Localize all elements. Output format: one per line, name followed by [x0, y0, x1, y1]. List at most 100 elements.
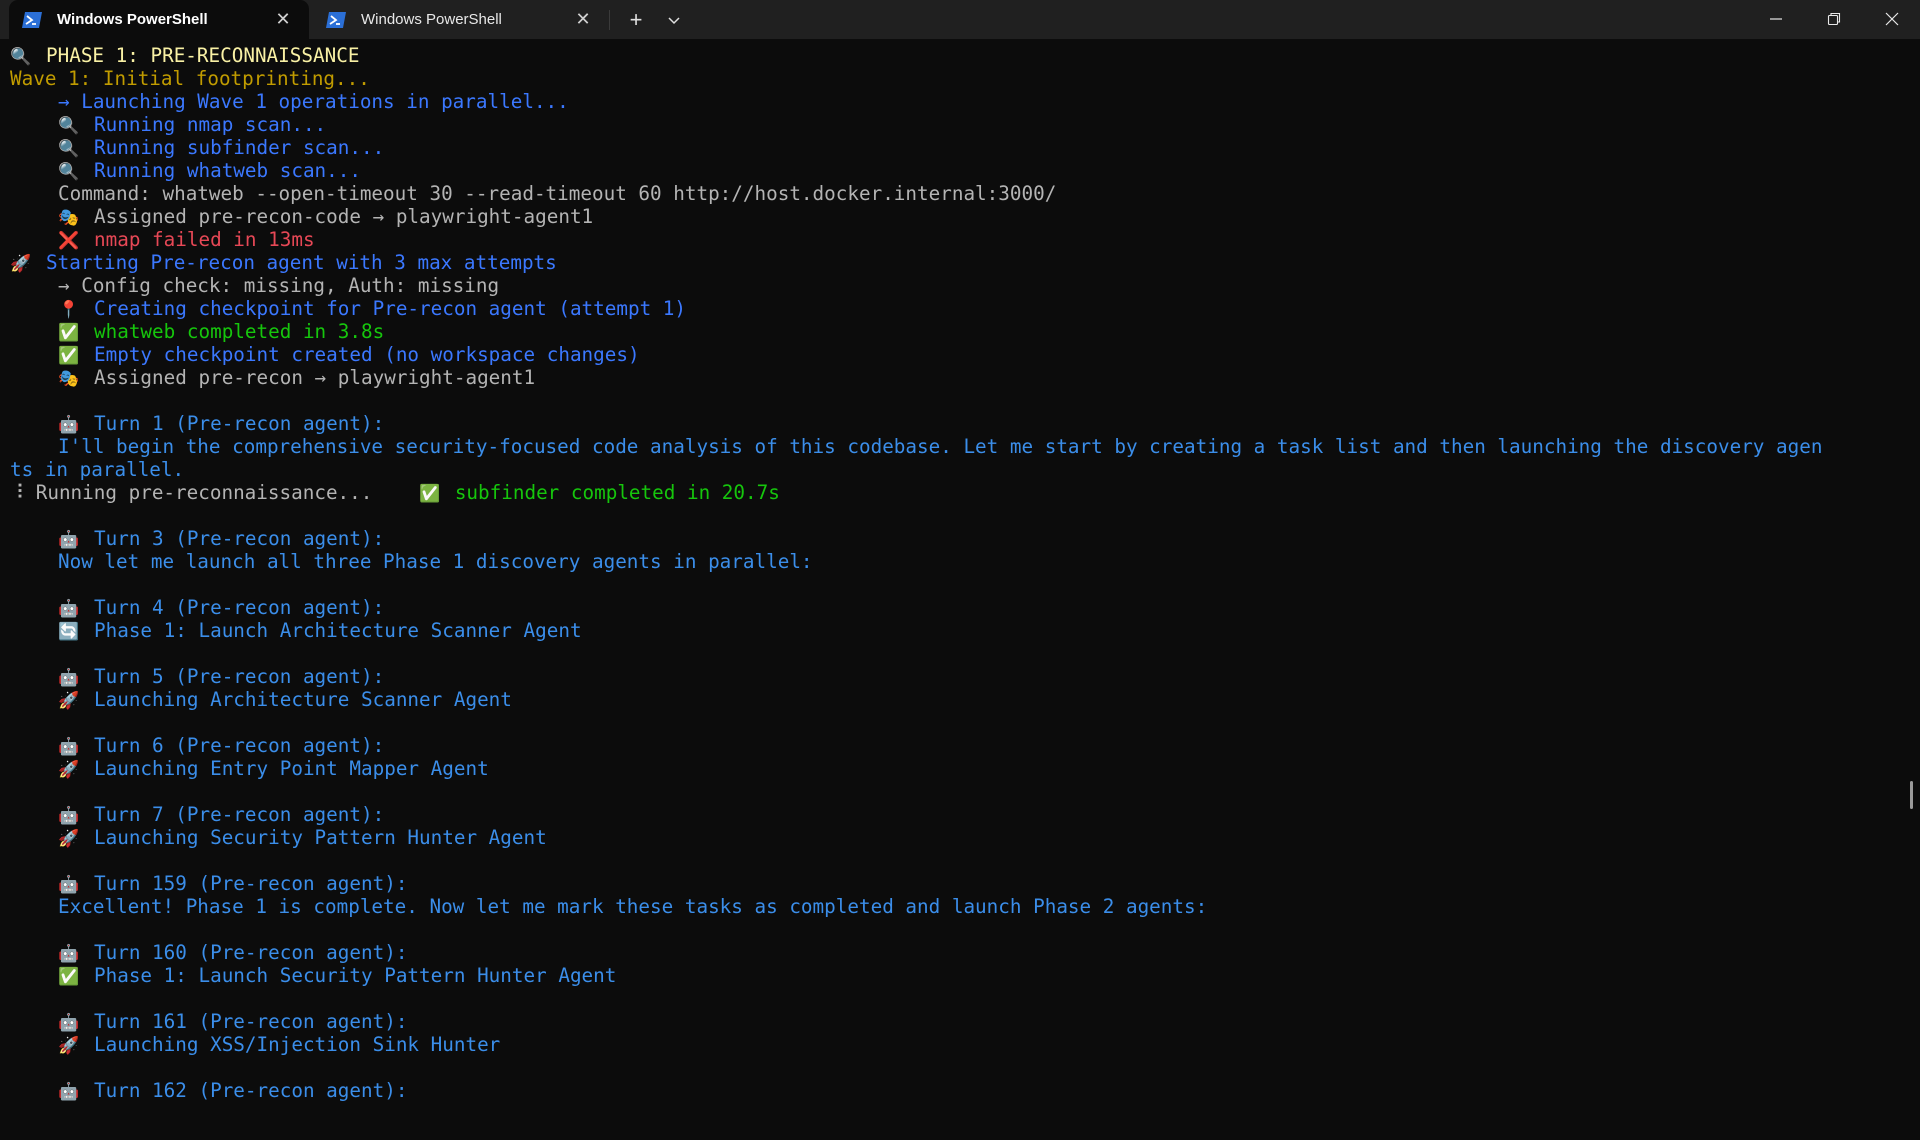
close-window-button[interactable]: [1864, 0, 1920, 38]
terminal-line: ✅ Empty checkpoint created (no workspace …: [10, 343, 640, 366]
minimize-icon: [1770, 18, 1782, 20]
rocket-icon: 🚀: [10, 254, 32, 274]
check-mark-icon: ✅: [58, 323, 80, 343]
terminal-line: 🤖 Turn 1 (Pre-recon agent):: [10, 412, 384, 435]
terminal-line: 🤖 Turn 162 (Pre-recon agent):: [10, 1079, 407, 1102]
terminal-line-text: PHASE 1: PRE-RECONNAISSANCE: [46, 44, 360, 67]
terminal-line-text: Launching XSS/Injection Sink Hunter: [94, 1033, 501, 1056]
terminal-line: → Launching Wave 1 operations in paralle…: [10, 90, 569, 113]
powershell-icon: [21, 11, 43, 29]
rocket-icon: 🚀: [58, 760, 80, 780]
pin-icon: 📍: [58, 300, 80, 320]
close-tab-icon[interactable]: ✕: [565, 5, 601, 35]
terminal-line-text: Turn 5 (Pre-recon agent):: [94, 665, 385, 688]
tab-dropdown-button[interactable]: [656, 4, 692, 36]
terminal-line-text: Assigned pre-recon → playwright-agent1: [94, 366, 536, 389]
tab-separator: [609, 10, 610, 30]
terminal-line-text: I'll begin the comprehensive security-fo…: [58, 435, 1823, 458]
terminal-line-text: Turn 162 (Pre-recon agent):: [94, 1079, 408, 1102]
terminal-line: 🔄 Phase 1: Launch Architecture Scanner Ag…: [10, 619, 582, 642]
minimize-button[interactable]: [1748, 0, 1804, 38]
terminal-line-text: Now let me launch all three Phase 1 disc…: [58, 550, 813, 573]
tab-powershell-2[interactable]: Windows PowerShell ✕: [313, 0, 609, 39]
robot-icon: 🤖: [58, 599, 80, 619]
terminal-line-text: Phase 1: Launch Security Pattern Hunter …: [94, 964, 617, 987]
terminal-line: 🤖 Turn 3 (Pre-recon agent):: [10, 527, 384, 550]
powershell-icon: [325, 11, 347, 29]
new-tab-button[interactable]: +: [618, 4, 654, 36]
terminal-line-text: Launching Architecture Scanner Agent: [94, 688, 512, 711]
terminal-line-text: nmap failed in 13ms: [94, 228, 315, 251]
terminal-line: 🤖 Turn 159 (Pre-recon agent):: [10, 872, 407, 895]
terminal-line: 🤖 Turn 160 (Pre-recon agent):: [10, 941, 407, 964]
magnifier-icon: 🔍: [10, 47, 32, 67]
terminal-line-text: Launching Entry Point Mapper Agent: [94, 757, 489, 780]
robot-icon: 🤖: [58, 1082, 80, 1102]
terminal-line: 🚀 Starting Pre-recon agent with 3 max att…: [10, 251, 557, 274]
terminal-line: Wave 1: Initial footprinting...: [10, 67, 370, 90]
tab-label: Windows PowerShell: [361, 11, 502, 28]
robot-icon: 🤖: [58, 875, 80, 895]
terminal-line-text: Running whatweb scan...: [94, 159, 361, 182]
terminal-line: 🚀 Launching Entry Point Mapper Agent: [10, 757, 489, 780]
terminal-line: 📍 Creating checkpoint for Pre-recon agent…: [10, 297, 686, 320]
terminal-line-suffix: subfinder completed in 20.7s: [454, 481, 780, 504]
robot-icon: 🤖: [58, 737, 80, 757]
tab-powershell-1[interactable]: Windows PowerShell ✕: [9, 0, 309, 39]
terminal-line: I'll begin the comprehensive security-fo…: [10, 435, 1822, 458]
rocket-icon: 🚀: [58, 691, 80, 711]
magnifier-icon: 🔍: [58, 116, 80, 136]
terminal-line-text: Launching Security Pattern Hunter Agent: [94, 826, 547, 849]
terminal-line-text: Turn 7 (Pre-recon agent):: [94, 803, 385, 826]
robot-icon: 🤖: [58, 415, 80, 435]
terminal-line-text: Starting Pre-recon agent with 3 max atte…: [46, 251, 557, 274]
terminal-window: Windows PowerShell ✕ Windows PowerShell …: [0, 0, 1920, 1140]
robot-icon: 🤖: [58, 944, 80, 964]
terminal-line-text: Turn 1 (Pre-recon agent):: [94, 412, 385, 435]
terminal-line: 🔍 Running subfinder scan...: [10, 136, 384, 159]
robot-icon: 🤖: [58, 1013, 80, 1033]
robot-icon: 🤖: [58, 668, 80, 688]
cross-mark-icon: ❌: [58, 231, 80, 251]
robot-icon: 🤖: [58, 530, 80, 550]
check-mark-icon: ✅: [58, 967, 80, 987]
title-bar: Windows PowerShell ✕ Windows PowerShell …: [0, 0, 1920, 39]
terminal-line: 🚀 Launching XSS/Injection Sink Hunter: [10, 1033, 500, 1056]
terminal-line-text: Empty checkpoint created (no workspace c…: [94, 343, 640, 366]
terminal-line-text: ⠸ Running pre-reconnaissance...: [10, 481, 419, 504]
terminal-line-text: → Launching Wave 1 operations in paralle…: [58, 90, 569, 113]
check-mark-icon: ✅: [419, 484, 441, 504]
terminal-line: 🤖 Turn 7 (Pre-recon agent):: [10, 803, 384, 826]
terminal-line-text: Turn 159 (Pre-recon agent):: [94, 872, 408, 895]
terminal-line-text: Phase 1: Launch Architecture Scanner Age…: [94, 619, 582, 642]
terminal-line: 🤖 Turn 5 (Pre-recon agent):: [10, 665, 384, 688]
terminal-line-text: Turn 4 (Pre-recon agent):: [94, 596, 385, 619]
theater-masks-icon: 🎭: [58, 369, 80, 389]
terminal-line: 🚀 Launching Security Pattern Hunter Agent: [10, 826, 547, 849]
terminal-line-text: ts in parallel.: [10, 458, 185, 481]
maximize-button[interactable]: [1806, 0, 1862, 38]
chevron-down-icon: [668, 17, 680, 25]
close-tab-icon[interactable]: ✕: [265, 5, 301, 35]
terminal-line: 🎭 Assigned pre-recon-code → playwright-ag…: [10, 205, 593, 228]
terminal-line-text: Wave 1: Initial footprinting...: [10, 67, 370, 90]
terminal-line: ❌ nmap failed in 13ms: [10, 228, 315, 251]
robot-icon: 🤖: [58, 806, 80, 826]
terminal-output[interactable]: 🔍 PHASE 1: PRE-RECONNAISSANCE Wave 1: Init…: [0, 39, 1920, 1140]
terminal-line: ✅ whatweb completed in 3.8s: [10, 320, 384, 343]
terminal-line-text: Running subfinder scan...: [94, 136, 385, 159]
terminal-line-text: Turn 6 (Pre-recon agent):: [94, 734, 385, 757]
terminal-line: Excellent! Phase 1 is complete. Now let …: [10, 895, 1207, 918]
terminal-line: 🔍 Running whatweb scan...: [10, 159, 361, 182]
scrollbar-thumb[interactable]: [1910, 781, 1913, 809]
terminal-line: Command: whatweb --open-timeout 30 --rea…: [10, 182, 1056, 205]
terminal-line-text: Command: whatweb --open-timeout 30 --rea…: [58, 182, 1057, 205]
terminal-line-text: whatweb completed in 3.8s: [94, 320, 385, 343]
terminal-line: 🤖 Turn 161 (Pre-recon agent):: [10, 1010, 407, 1033]
rocket-icon: 🚀: [58, 829, 80, 849]
terminal-line-text: Running nmap scan...: [94, 113, 327, 136]
refresh-icon: 🔄: [58, 622, 80, 642]
check-mark-icon: ✅: [58, 346, 80, 366]
terminal-line-text: Turn 161 (Pre-recon agent):: [94, 1010, 408, 1033]
terminal-line-text: Turn 3 (Pre-recon agent):: [94, 527, 385, 550]
